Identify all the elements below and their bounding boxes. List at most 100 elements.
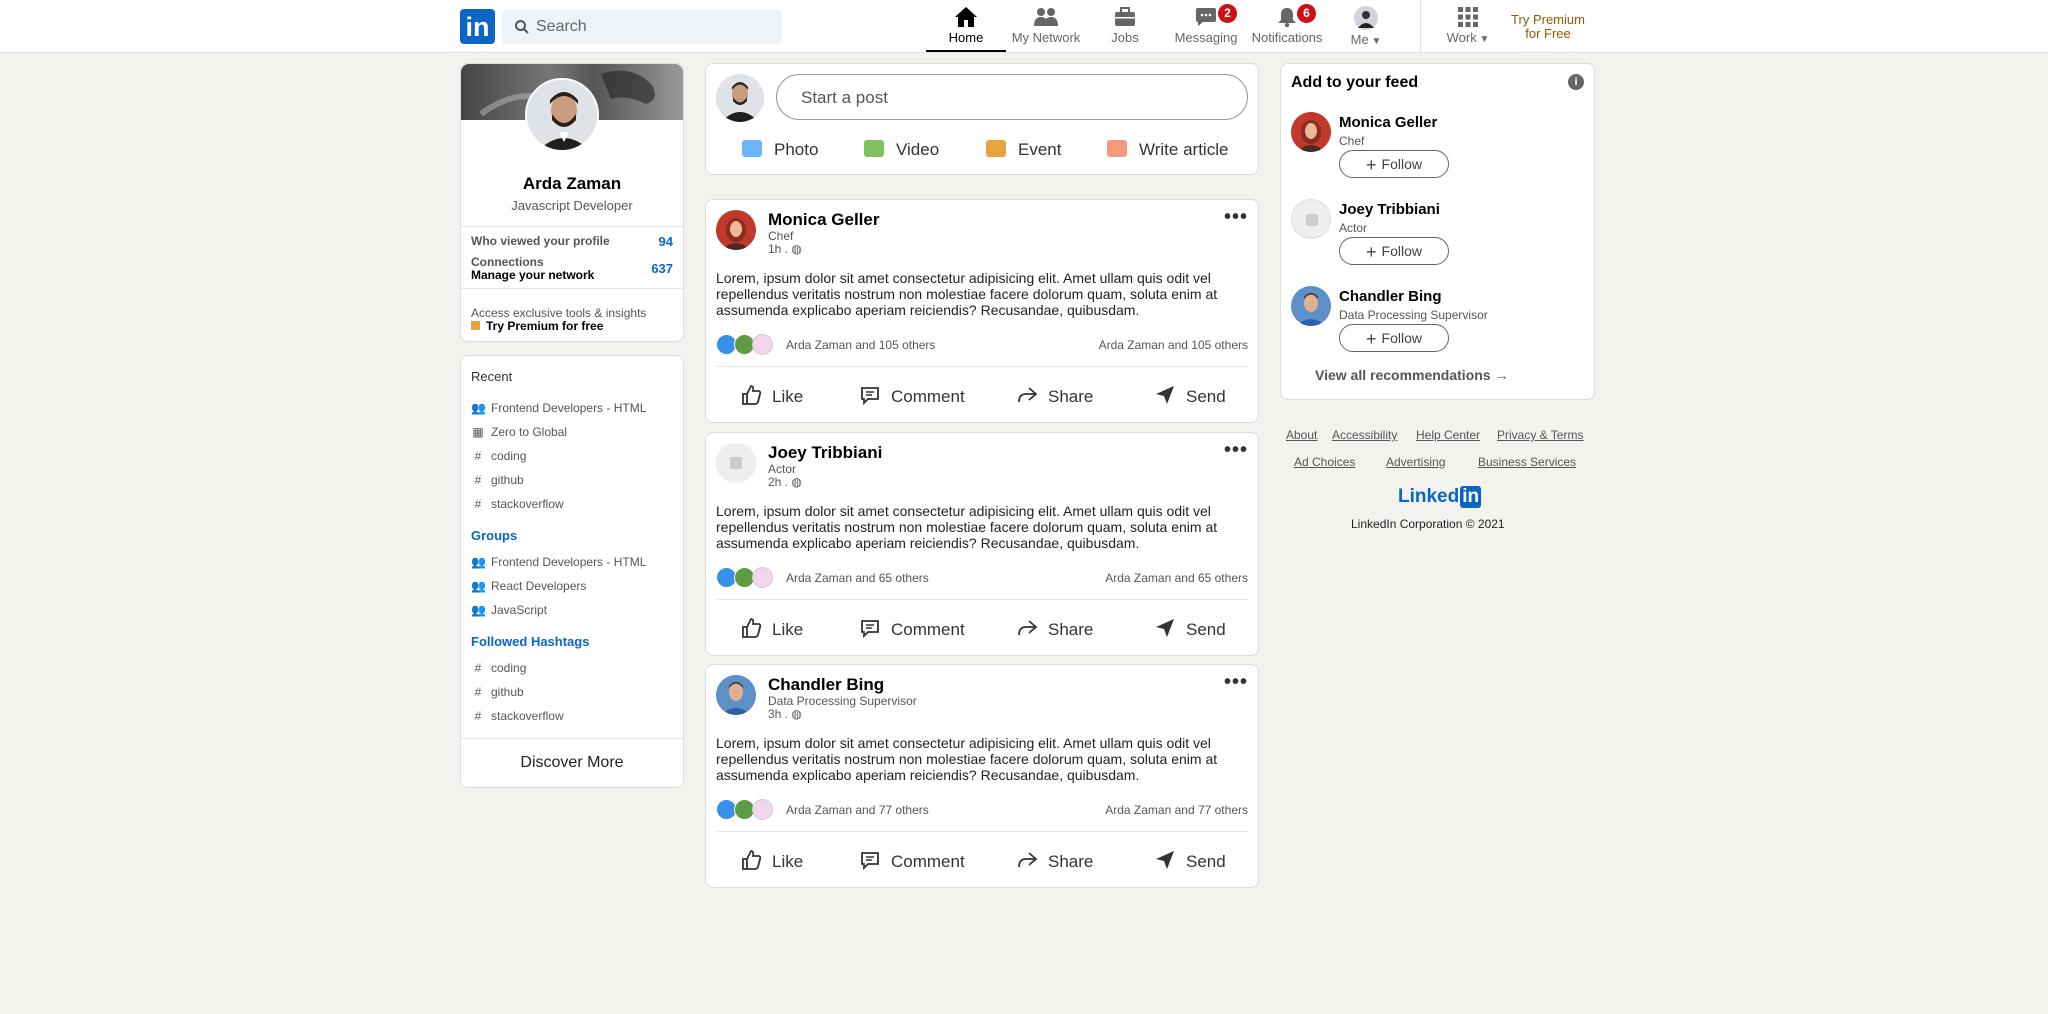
divider (716, 366, 1248, 367)
hashtags-heading[interactable]: Followed Hashtags (471, 634, 589, 649)
rec-name[interactable]: Joey Tribbiani (1339, 201, 1440, 218)
footer-link-adchoices[interactable]: Ad Choices (1294, 455, 1355, 469)
hashtag-icon: # (474, 709, 482, 723)
reactions-summary[interactable]: Arda Zaman and 105 others (1099, 338, 1248, 352)
footer-link-about[interactable]: About (1286, 428, 1317, 442)
rec-avatar[interactable] (1291, 112, 1331, 152)
post-author-avatar[interactable] (716, 443, 756, 483)
post-more-options[interactable]: ••• (1224, 206, 1248, 229)
linkedin-logo[interactable]: in (460, 9, 495, 44)
video-button[interactable]: Video (864, 140, 939, 170)
write-article-button[interactable]: Write article (1107, 140, 1228, 170)
comment-button[interactable]: Comment (859, 849, 965, 877)
photo-button[interactable]: Photo (742, 140, 818, 170)
me-avatar (1354, 6, 1378, 30)
nav-network[interactable]: My Network (1008, 4, 1084, 52)
rec-avatar[interactable] (1291, 286, 1331, 326)
comment-button[interactable]: Comment (859, 384, 965, 412)
composer-avatar[interactable] (716, 74, 764, 122)
recent-item[interactable]: # github (471, 473, 524, 491)
connections-label[interactable]: Connections (471, 255, 544, 269)
group-item[interactable]: 👥 JavaScript (471, 603, 547, 621)
group-item[interactable]: 👥 Frontend Developers - HTML (471, 555, 646, 573)
footer-link-help[interactable]: Help Center (1416, 428, 1480, 442)
groups-heading[interactable]: Groups (471, 528, 517, 543)
nav-messaging[interactable]: Messaging 2 (1170, 4, 1242, 52)
hashtag-item[interactable]: # coding (471, 661, 527, 679)
recent-item[interactable]: ▦ Zero to Global (471, 425, 567, 443)
divider (461, 738, 683, 739)
nav-work[interactable]: Work ▼ (1440, 4, 1496, 52)
follow-button[interactable]: + Follow (1339, 150, 1449, 178)
share-button[interactable]: Share (1016, 384, 1093, 412)
follow-button[interactable]: + Follow (1339, 324, 1449, 352)
discover-more-button[interactable]: Discover More (461, 754, 683, 772)
post-reactions[interactable]: Arda Zaman and 105 others (716, 334, 935, 356)
follow-label: Follow (1381, 243, 1422, 259)
recent-item[interactable]: 👥 Frontend Developers - HTML (471, 401, 646, 419)
footer-brand: Linked (1398, 486, 1460, 507)
post-more-options[interactable]: ••• (1224, 439, 1248, 462)
viewed-profile-label[interactable]: Who viewed your profile (471, 234, 610, 248)
reactions-summary[interactable]: Arda Zaman and 65 others (1105, 571, 1248, 585)
share-button[interactable]: Share (1016, 617, 1093, 645)
share-button[interactable]: Share (1016, 849, 1093, 877)
rec-subtitle: Actor (1339, 221, 1368, 235)
briefcase-icon (1115, 7, 1135, 26)
like-button[interactable]: Like (740, 617, 803, 645)
rec-name[interactable]: Chandler Bing (1339, 288, 1442, 305)
follow-button[interactable]: + Follow (1339, 237, 1449, 265)
try-premium-link[interactable]: Try Premium for Free (1507, 13, 1589, 41)
footer-link-privacy[interactable]: Privacy & Terms (1497, 428, 1583, 442)
send-button[interactable]: Send (1154, 384, 1226, 412)
manage-network-label[interactable]: Manage your network (471, 268, 594, 282)
post-author-name[interactable]: Chandler Bing (768, 675, 884, 695)
premium-promo-link[interactable]: Try Premium for free (471, 319, 603, 333)
hashtag-item[interactable]: # github (471, 685, 524, 703)
recent-heading: Recent (471, 369, 513, 384)
nav-notifications[interactable]: Notifications 6 (1248, 4, 1326, 52)
group-icon: 👥 (471, 579, 486, 593)
recent-item[interactable]: # stackoverflow (471, 497, 564, 515)
search-input[interactable]: Search (536, 18, 587, 36)
info-icon[interactable]: i (1568, 74, 1584, 90)
divider (461, 226, 683, 227)
profile-avatar[interactable] (525, 78, 599, 152)
footer-link-business[interactable]: Business Services (1478, 455, 1576, 469)
viewed-profile-count[interactable]: 94 (659, 234, 673, 249)
bell-icon (1278, 8, 1296, 28)
comment-button[interactable]: Comment (859, 617, 965, 645)
hashtag-icon: # (474, 661, 482, 675)
post-author-avatar[interactable] (716, 675, 756, 715)
send-button[interactable]: Send (1154, 617, 1226, 645)
profile-name[interactable]: Arda Zaman (461, 174, 683, 194)
hashtag-item[interactable]: # stackoverflow (471, 709, 564, 727)
nav-me[interactable]: Me ▼ (1346, 4, 1386, 52)
start-post-input[interactable]: Start a post (776, 74, 1248, 120)
group-item[interactable]: 👥 React Developers (471, 579, 586, 597)
recent-item[interactable]: # coding (471, 449, 527, 467)
event-label: Event (1018, 140, 1062, 159)
reactions-summary[interactable]: Arda Zaman and 77 others (1105, 803, 1248, 817)
send-button[interactable]: Send (1154, 849, 1226, 877)
post-author-name[interactable]: Monica Geller (768, 210, 879, 230)
post-reactions[interactable]: Arda Zaman and 65 others (716, 567, 929, 589)
post-more-options[interactable]: ••• (1224, 671, 1248, 694)
view-all-recommendations[interactable]: View all recommendations → (1315, 367, 1508, 383)
connections-count[interactable]: 637 (651, 261, 673, 276)
rec-avatar[interactable] (1291, 199, 1331, 239)
nav-home[interactable]: Home (926, 4, 1006, 52)
footer-link-accessibility[interactable]: Accessibility (1332, 428, 1397, 442)
post-reactions[interactable]: Arda Zaman and 77 others (716, 799, 929, 821)
like-button[interactable]: Like (740, 849, 803, 877)
nav-jobs[interactable]: Jobs (1098, 4, 1152, 52)
post-author-avatar[interactable] (716, 210, 756, 250)
event-button[interactable]: Event (986, 140, 1061, 170)
footer-link-advertising[interactable]: Advertising (1386, 455, 1445, 469)
like-button[interactable]: Like (740, 384, 803, 412)
post-author-name[interactable]: Joey Tribbiani (768, 443, 882, 463)
search-bar[interactable]: Search (502, 10, 782, 44)
rec-name[interactable]: Monica Geller (1339, 114, 1437, 131)
post-body: Lorem, ipsum dolor sit amet consectetur … (716, 735, 1218, 783)
premium-promo-text: Access exclusive tools & insights (471, 306, 647, 320)
